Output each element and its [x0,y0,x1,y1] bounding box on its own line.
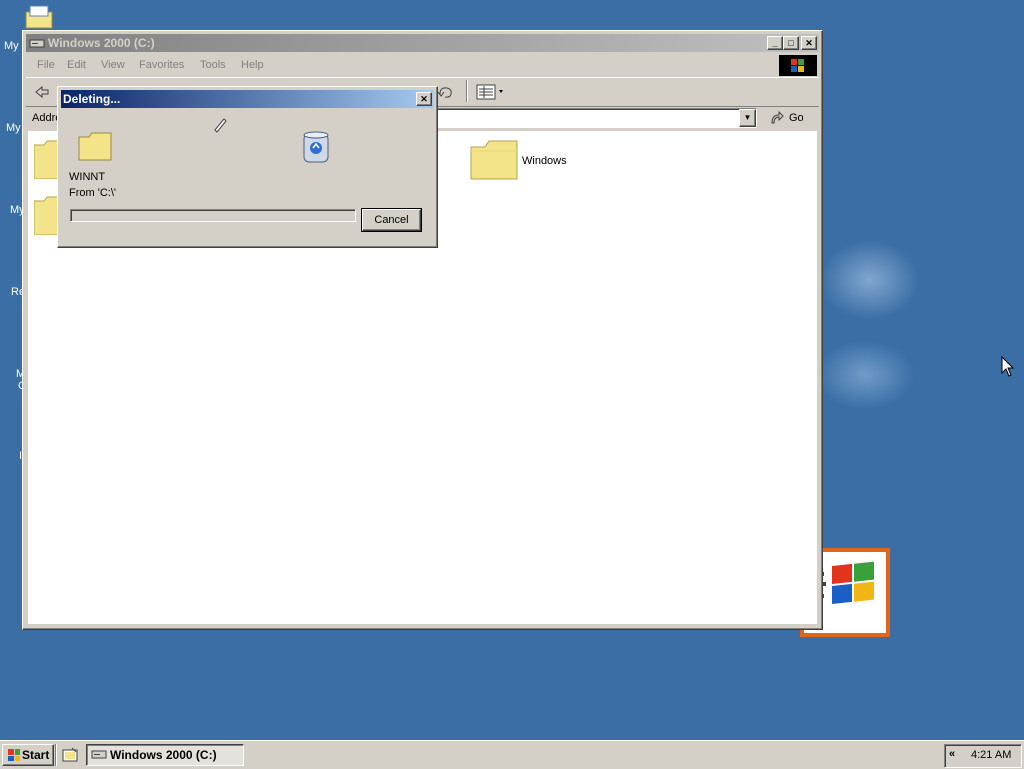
address-dropdown-button[interactable]: ▼ [739,109,756,127]
menu-tools[interactable]: Tools [200,59,226,71]
folder-icon [470,140,518,180]
folder-item-windows[interactable]: Windows [469,137,589,181]
mouse-cursor-icon [1001,356,1015,377]
taskbar-separator [55,744,57,766]
drive-icon [29,39,45,48]
delete-progress-bar [70,209,356,222]
drive-icon [91,750,107,759]
system-tray: « 4:21 AM [944,744,1022,768]
start-button[interactable]: Start [2,744,54,766]
taskbar: Start Windows 2000 (C:) « 4:21 AM [0,740,1024,769]
flying-paper-icon [214,118,227,133]
deleting-item-name: WINNT [69,171,106,183]
menu-view[interactable]: View [101,59,125,71]
views-icon[interactable] [476,84,506,100]
minimize-button[interactable]: _ [767,36,783,50]
taskbar-button-explorer[interactable]: Windows 2000 (C:) [86,744,244,766]
recycle-bin-icon [303,131,329,163]
go-arrow-icon[interactable] [769,110,785,126]
folder-label: Windows [522,155,567,167]
source-folder-icon [78,132,112,161]
cancel-button[interactable]: Cancel [362,209,421,231]
close-button[interactable]: ✕ [801,36,817,50]
back-arrow-icon[interactable] [34,85,50,99]
undo-icon[interactable] [436,84,454,100]
explorer-title: Windows 2000 (C:) [48,36,155,50]
desktop-icon-my-documents[interactable] [24,4,54,30]
show-desktop-icon[interactable] [62,747,78,763]
clock[interactable]: 4:21 AM [971,749,1011,761]
menu-file[interactable]: File [37,59,55,71]
folder-icon [25,5,53,29]
explorer-titlebar[interactable]: Windows 2000 (C:) _ □ ✕ [26,34,819,52]
taskbar-button-label: Windows 2000 (C:) [110,748,217,762]
start-label: Start [22,748,50,762]
tray-chevron-button[interactable]: « [949,748,955,760]
windows-throbber [779,55,817,76]
maximize-button[interactable]: □ [783,36,799,50]
wallpaper-cloud [815,340,915,410]
desktop-label-my-computer: My [6,122,21,134]
toolbar-separator [466,80,468,102]
windows-flag-icon [8,749,20,761]
windows-flag-icon [791,59,804,72]
menu-help[interactable]: Help [241,59,264,71]
menu-favorites[interactable]: Favorites [139,59,184,71]
deleting-from-path: From 'C:\' [69,187,116,199]
menu-bar: File Edit View Favorites Tools Help [26,55,819,76]
go-button[interactable]: Go [789,112,804,124]
dialog-title: Deleting... [63,92,121,106]
deleting-dialog: Deleting... ✕ WINNT From 'C:\' Cancel [57,86,438,248]
menu-edit[interactable]: Edit [67,59,86,71]
dialog-close-button[interactable]: ✕ [416,92,432,106]
dialog-titlebar[interactable]: Deleting... ✕ [61,90,434,108]
wallpaper-cloud [820,240,920,320]
